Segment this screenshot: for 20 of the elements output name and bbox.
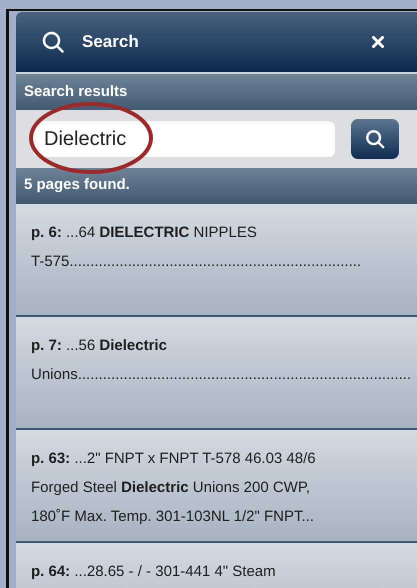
search-field[interactable]: Dielectric: [33, 121, 335, 157]
result-text-line: p. 63: ...2" FNPT x FNPT T-578 46.03 48/6: [31, 449, 316, 469]
panel-title: Search: [82, 31, 139, 54]
result-item[interactable]: p. 6: ...64 DIELECTRIC NIPPLES T-575......................................................................: [16, 202, 417, 315]
result-text-line: 180˚F Max. Temp. 301-103NL 1/2" FNPT...: [31, 507, 314, 527]
result-text-line: p. 64: ...28.65 - / - 301-441 4" Steam: [31, 562, 276, 582]
section-label: Search results: [24, 82, 128, 102]
search-button[interactable]: [351, 119, 399, 159]
result-text-line: Forged Steel Dielectric Unions 200 CWP,: [31, 478, 310, 498]
search-icon: [365, 129, 385, 149]
result-text-line: Unions................................................................................: [31, 365, 412, 385]
search-icon: [42, 31, 64, 53]
result-item[interactable]: p. 63: ...2" FNPT x FNPT T-578 46.03 48/6 Forged Steel Dielectric Unions 200 CWP, 180˚F Max. Temp. 301-103NL 1/2" FNPT...: [16, 428, 417, 541]
result-item[interactable]: p. 64: ...28.65 - / - 301-441 4" Steam: [16, 541, 417, 588]
result-text-line: p. 6: ...64 DIELECTRIC NIPPLES: [31, 223, 257, 243]
close-icon: [372, 36, 384, 48]
result-item[interactable]: p. 7: ...56 Dielectric Unions................................................................................: [16, 315, 417, 428]
result-text-line: p. 7: ...56 Dielectric: [31, 336, 167, 356]
results-count: 5 pages found.: [24, 174, 130, 195]
result-text-line: T-575......................................................................: [31, 252, 362, 272]
